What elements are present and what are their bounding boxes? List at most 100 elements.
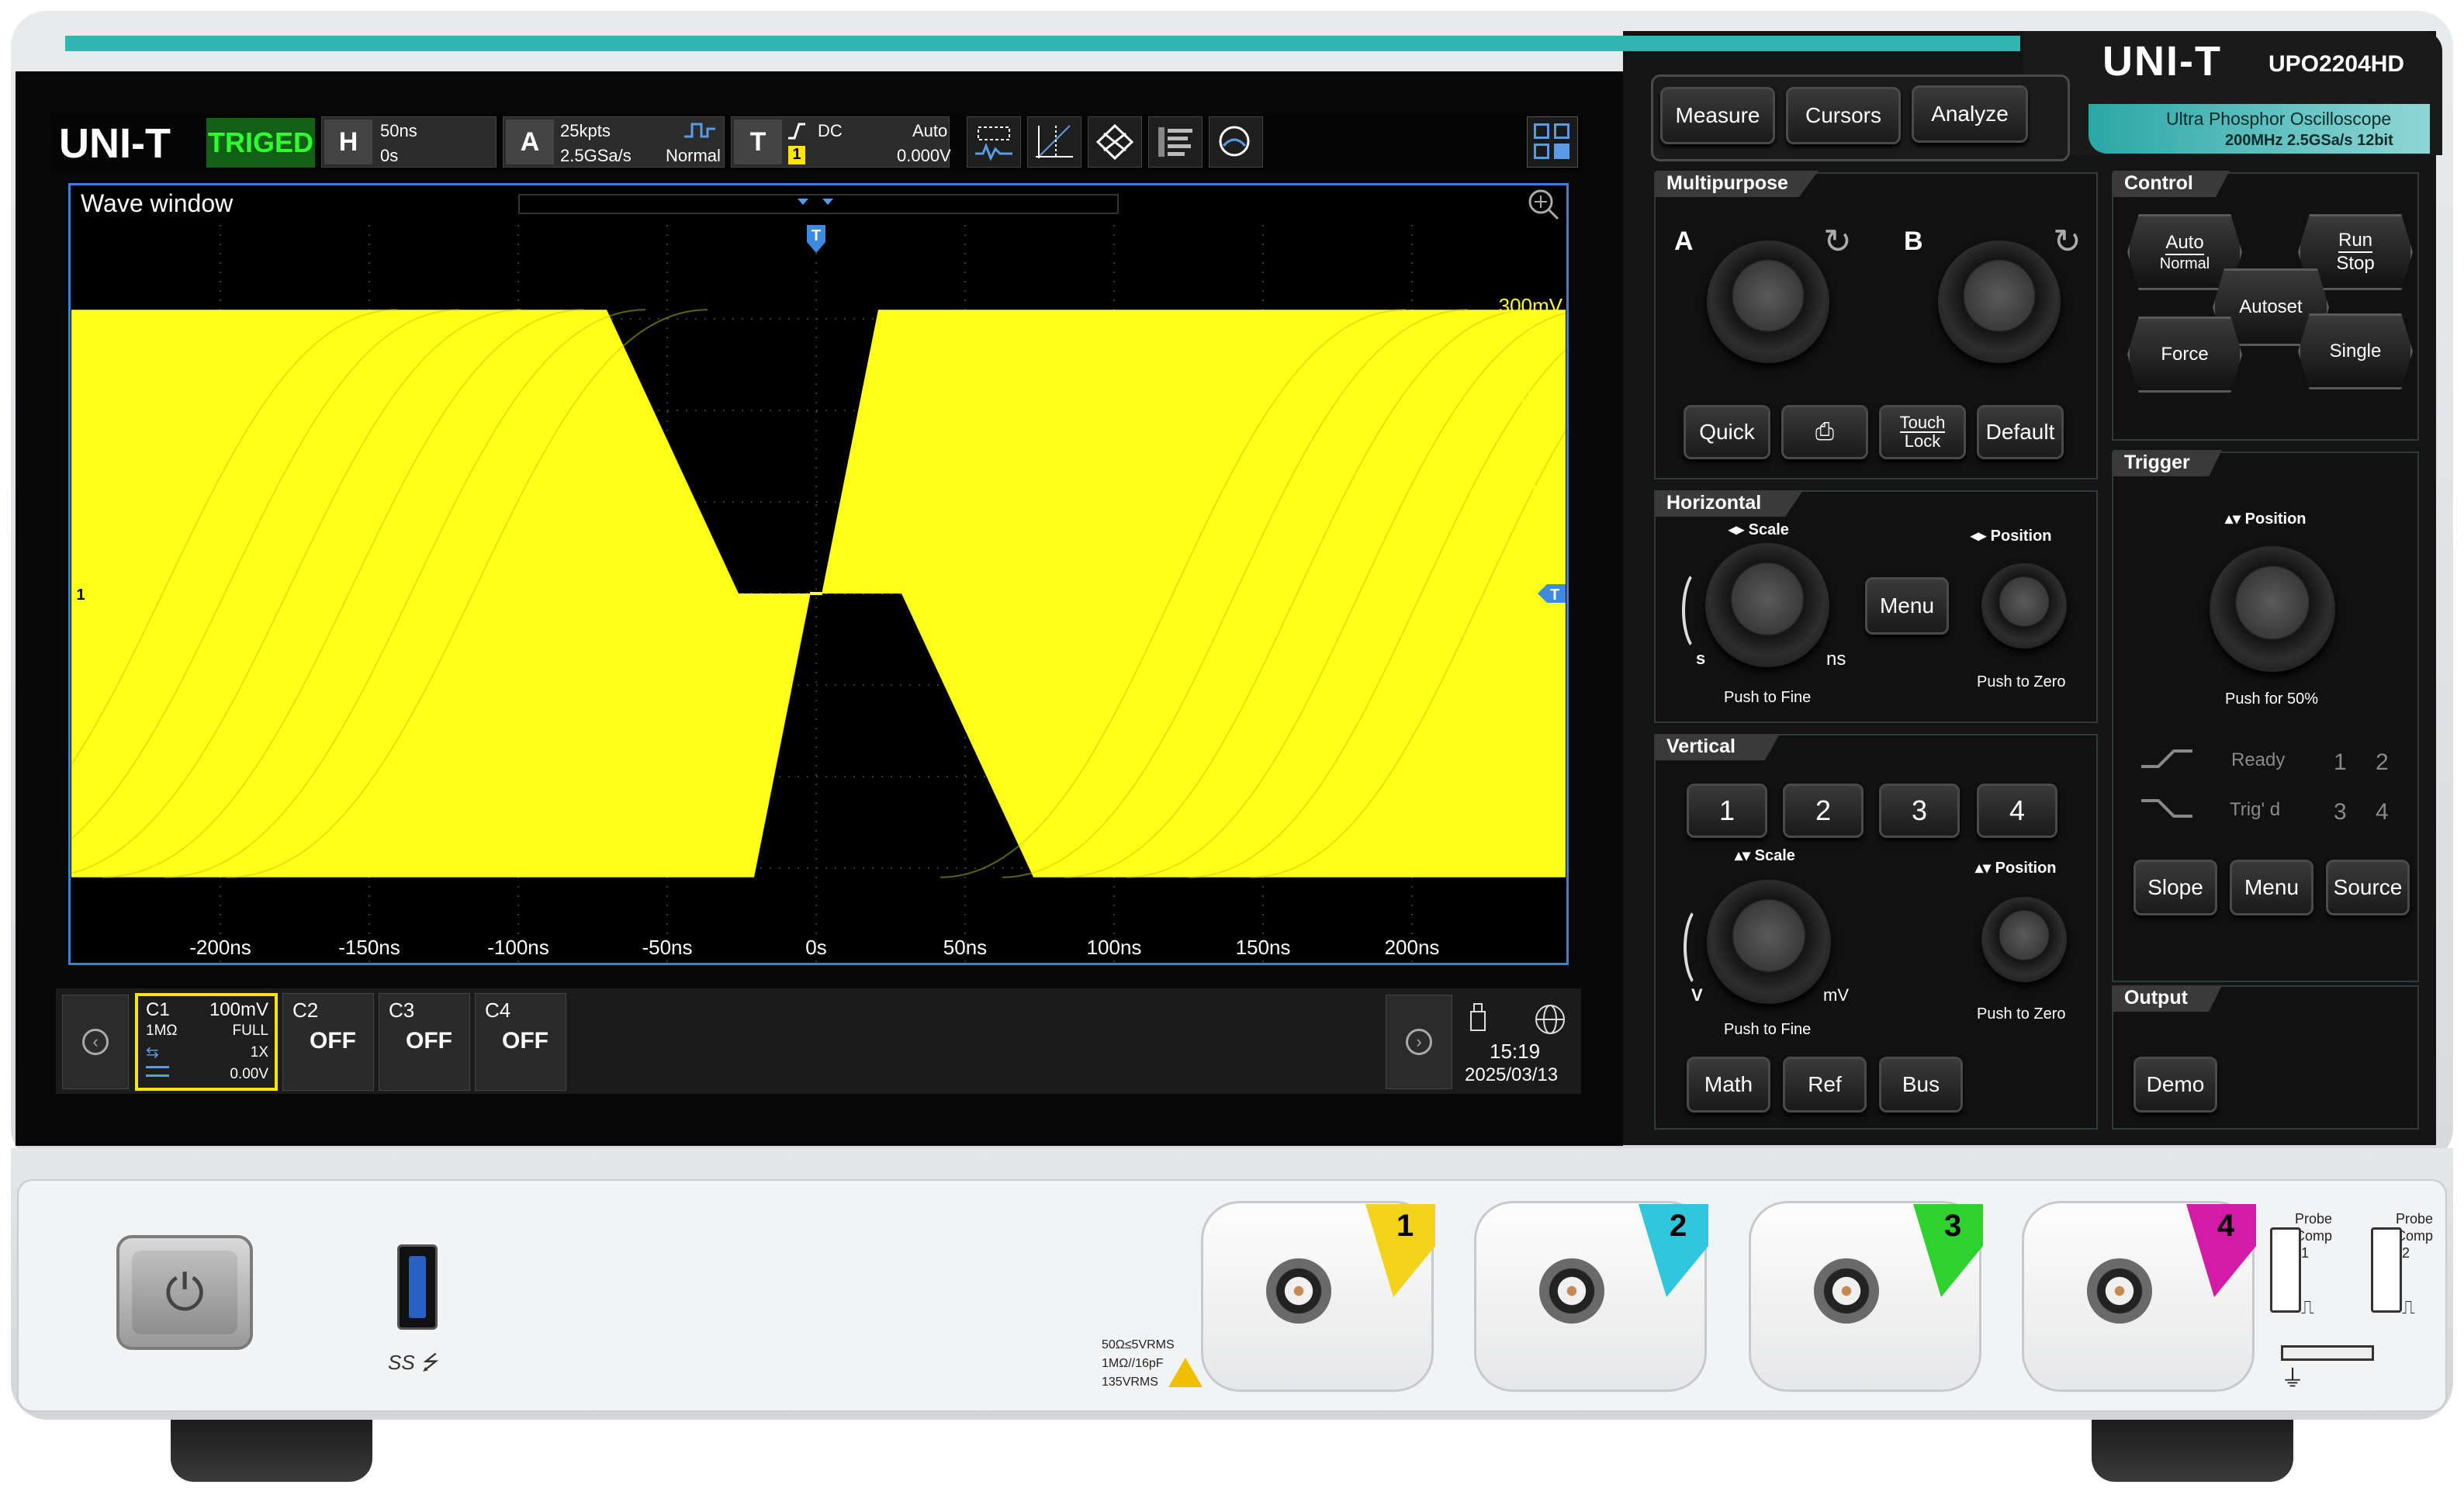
trigger-led-4: 4 xyxy=(2376,799,2389,825)
window-layout-icon[interactable] xyxy=(1527,116,1578,168)
x-tick-label: 50ns xyxy=(943,936,987,959)
channel-3-button[interactable]: 3 xyxy=(1879,784,1960,838)
probe-comp-1-terminal[interactable] xyxy=(2270,1227,2301,1313)
trigger-slope-button[interactable]: Slope xyxy=(2134,860,2217,915)
usb-port[interactable] xyxy=(397,1244,438,1330)
horizontal-right-unit: ns xyxy=(1826,649,1846,670)
channel-4-info[interactable]: C4 OFF xyxy=(475,993,566,1091)
trigger-trigd-label: Trig' d xyxy=(2230,799,2281,820)
cursors-button[interactable]: Cursors xyxy=(1786,87,1901,144)
output-title: Output xyxy=(2113,985,2222,1012)
brand-specs: 200MHz 2.5GSa/s 12bit xyxy=(2225,132,2393,149)
horizontal-push-fine: Push to Fine xyxy=(1724,689,1812,706)
channel-2-button[interactable]: 2 xyxy=(1783,784,1864,838)
accent-stripe xyxy=(65,36,2020,51)
c4-state: OFF xyxy=(502,1028,549,1054)
acquire-mode-value: Normal xyxy=(666,146,721,165)
default-button[interactable]: Default xyxy=(1977,405,2064,459)
usb-storage-icon[interactable] xyxy=(1466,1001,1490,1032)
channel-2-bnc-input[interactable] xyxy=(1539,1258,1604,1324)
model-name: UPO2204HD xyxy=(2268,51,2405,77)
knob-b-label: B xyxy=(1904,227,1923,256)
c1-scale: 100mV xyxy=(209,999,268,1020)
horizontal-label: H xyxy=(324,119,372,164)
horizontal-position-knob[interactable] xyxy=(1981,563,2067,649)
channel-4-button[interactable]: 4 xyxy=(1977,784,2057,838)
input-rating-text: 50Ω≤5VRMS 1MΩ//16pF 135VRMS xyxy=(1102,1336,1175,1392)
horizontal-menu-button[interactable]: Menu xyxy=(1865,577,1949,635)
c3-name: C3 xyxy=(389,998,415,1022)
print-button[interactable]: ⎙ xyxy=(1781,405,1868,459)
timebase-value: 50ns xyxy=(380,121,417,140)
demo-button[interactable]: Demo xyxy=(2134,1057,2217,1113)
usb-icon: ⭍ xyxy=(414,1351,438,1374)
x-tick-label: -100ns xyxy=(487,936,549,959)
rotate-icon: ↻ xyxy=(1823,223,1852,261)
cursor-measure-icon[interactable] xyxy=(1027,116,1081,168)
vertical-scale-label: ▴▾ Scale xyxy=(1735,847,1795,864)
c4-name: C4 xyxy=(485,998,511,1022)
multipurpose-knob-b[interactable] xyxy=(1938,241,2061,363)
math-button[interactable]: Math xyxy=(1687,1057,1770,1113)
channel-bar-next-button[interactable]: › xyxy=(1386,995,1452,1089)
bus-button[interactable]: Bus xyxy=(1879,1057,1963,1113)
channel-1-bnc-input[interactable] xyxy=(1266,1258,1331,1324)
channel-2-info[interactable]: C2 OFF xyxy=(282,993,374,1091)
trigger-ready-label: Ready xyxy=(2231,749,2286,770)
trigger-source-badge: 1 xyxy=(788,146,805,164)
trigger-menu-button[interactable]: Menu xyxy=(2230,860,2313,915)
probe-comp-2-terminal[interactable] xyxy=(2371,1227,2402,1313)
trigger-source-button[interactable]: Source xyxy=(2326,860,2410,915)
left-foot xyxy=(171,1420,372,1482)
multipurpose-knob-a[interactable] xyxy=(1707,241,1829,363)
screen-logo: UNI-T xyxy=(59,120,171,167)
touch-lock-button[interactable]: Touch Lock xyxy=(1879,405,1966,459)
trigger-level-knob[interactable] xyxy=(2210,546,2335,672)
network-icon[interactable] xyxy=(1533,1002,1567,1036)
multipurpose-title: Multipurpose xyxy=(1656,171,1819,197)
sample-rate-value: 2.5GSa/s xyxy=(560,146,632,165)
ref-button[interactable]: Ref xyxy=(1783,1057,1867,1113)
chevron-left-icon: ‹ xyxy=(82,1029,109,1055)
chevron-right-icon: › xyxy=(1406,1029,1432,1055)
trigger-push-50: Push for 50% xyxy=(2225,690,2319,708)
quick-button[interactable]: Quick xyxy=(1684,405,1770,459)
rising-edge-icon xyxy=(2141,749,2192,768)
single-button[interactable]: Single xyxy=(2298,313,2413,389)
analyze-button[interactable]: Analyze xyxy=(1912,85,2028,143)
waveform-plot[interactable]: 300mV 200mV 100mV -100mV -200mV -300mV -200ns… xyxy=(71,225,1566,962)
brand-subtitle: Ultra Phosphor Oscilloscope xyxy=(2166,109,2392,129)
run-label: Run xyxy=(2338,230,2373,253)
channel-1-button[interactable]: 1 xyxy=(1687,784,1767,838)
ground-icon: ⏚ xyxy=(2281,1366,2304,1392)
measurement-list-icon[interactable] xyxy=(1148,116,1203,168)
knob-a-label: A xyxy=(1674,227,1694,256)
power-button[interactable]: ⏻ xyxy=(116,1235,253,1350)
waveform-overview-bar[interactable] xyxy=(518,194,1119,214)
horizontal-scale-label: ◂▸ Scale xyxy=(1729,521,1789,538)
channel-3-info[interactable]: C3 OFF xyxy=(379,993,470,1091)
trace-envelope-right xyxy=(822,310,1566,877)
channel-3-bnc-input[interactable] xyxy=(1814,1258,1879,1324)
channel-1-info[interactable]: C1 100mV 1MΩ FULL ⇆ 1X 0.00V xyxy=(135,993,278,1091)
c2-state: OFF xyxy=(310,1028,356,1054)
right-foot xyxy=(2092,1420,2293,1482)
channel-bar-prev-button[interactable]: ‹ xyxy=(62,995,129,1089)
horizontal-left-unit: s xyxy=(1696,649,1706,668)
region-select-icon[interactable] xyxy=(967,116,1021,168)
measure-button[interactable]: Measure xyxy=(1660,87,1775,144)
force-button[interactable]: Force xyxy=(2127,317,2242,393)
zoom-icon[interactable] xyxy=(1527,188,1561,222)
y-tick-label: -300mV xyxy=(1492,843,1563,867)
mask-test-icon[interactable] xyxy=(1088,116,1142,168)
memory-depth-value: 25kpts xyxy=(560,121,611,140)
x-tick-label: 0s xyxy=(805,936,826,959)
channel-4-bnc-input[interactable] xyxy=(2087,1258,2152,1324)
vertical-scale-knob[interactable] xyxy=(1707,880,1831,1004)
acquire-mode-icon xyxy=(684,123,715,138)
search-icon[interactable] xyxy=(1209,116,1263,168)
horizontal-scale-knob[interactable] xyxy=(1705,543,1829,667)
ground-terminal[interactable] xyxy=(2281,1345,2374,1361)
arrows-horizontal-icon: ◂▸ xyxy=(1971,528,1987,545)
vertical-position-knob[interactable] xyxy=(1981,897,2067,982)
